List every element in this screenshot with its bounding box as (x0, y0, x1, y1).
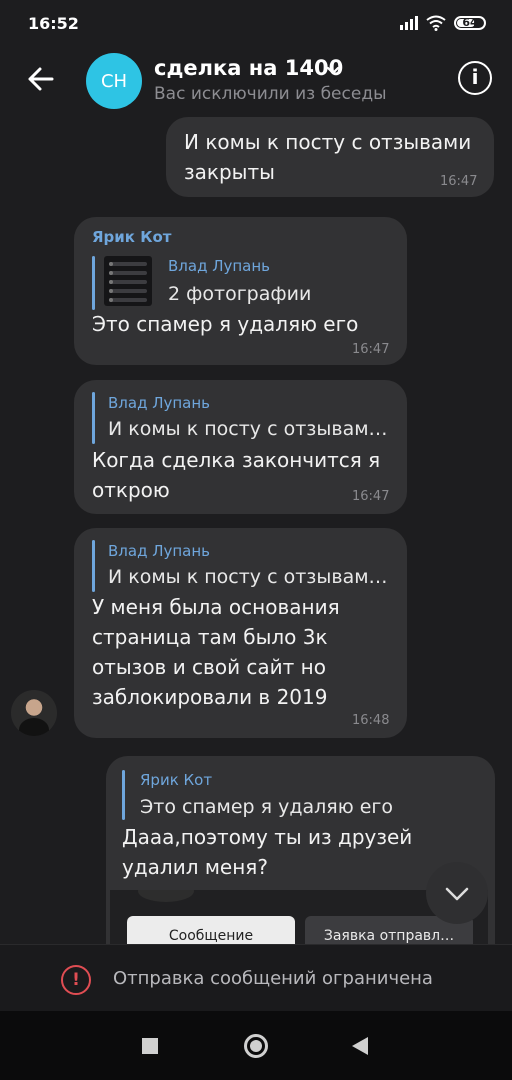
alert-icon: ! (61, 965, 91, 995)
signal-icon (400, 16, 418, 30)
restricted-banner: ! Отправка сообщений ограничена (0, 944, 512, 1011)
chat-header: CH сделка на 1400 Вас исключили из бесед… (0, 48, 512, 112)
home-icon[interactable] (244, 1034, 268, 1058)
status-icons: 64 (400, 15, 486, 31)
sender-avatar[interactable] (11, 690, 57, 736)
reply-bar (92, 392, 95, 444)
back-triangle-icon[interactable] (352, 1037, 368, 1055)
recents-icon[interactable] (142, 1038, 158, 1054)
reply-sender: Влад Лупань (168, 257, 271, 275)
reply-bar (92, 540, 95, 592)
battery-level: 64 (462, 16, 478, 29)
message-text: отызов и свой сайт но (92, 655, 326, 679)
reply-sender: Влад Лупань (108, 542, 211, 560)
message-text: И комы к посту с отзывами (184, 130, 472, 154)
status-bar: 16:52 64 (0, 0, 512, 48)
sender-name: Ярик Кот (92, 228, 172, 246)
message-text: Когда сделка закончится я (92, 448, 381, 472)
message-text: открою (92, 478, 170, 502)
reply-bar (92, 256, 95, 310)
reply-text: 2 фотографии (168, 283, 312, 305)
message-time: 16:47 (352, 489, 390, 504)
chevron-down-icon (445, 887, 469, 901)
restricted-text: Отправка сообщений ограничена (113, 968, 433, 989)
status-time: 16:52 (28, 14, 79, 33)
back-arrow-icon[interactable] (24, 62, 58, 96)
reply-sender: Влад Лупань (108, 394, 211, 412)
reply-text: И комы к посту с отзывам… (108, 566, 388, 588)
reply-text: Это спамер я удаляю его (140, 796, 394, 818)
reply-bar (122, 770, 125, 820)
message-text: У меня была основания (92, 595, 340, 619)
message-text: Дааа,поэтому ты из друзей (122, 825, 413, 849)
message-time: 16:47 (440, 174, 478, 189)
info-icon[interactable]: i (458, 61, 492, 95)
wifi-icon (426, 15, 446, 31)
chat-title[interactable]: сделка на 1400 (154, 56, 343, 80)
message-text: страница там было 3к (92, 625, 328, 649)
message-time: 16:48 (352, 713, 390, 728)
scroll-down-button[interactable] (426, 862, 488, 924)
chat-avatar[interactable]: CH (86, 53, 142, 109)
reply-photo-thumbnail (104, 256, 152, 306)
message-text: удалил меня? (122, 855, 268, 879)
chevron-down-icon[interactable] (325, 64, 341, 76)
battery-icon: 64 (454, 16, 486, 30)
reply-text: И комы к посту с отзывам… (108, 418, 388, 440)
message-text: Это спамер я удаляю его (92, 312, 359, 336)
system-nav-bar (0, 1011, 512, 1080)
reply-sender: Ярик Кот (140, 771, 213, 789)
message-text: закрыты (184, 160, 275, 184)
message-text: заблокировали в 2019 (92, 685, 328, 709)
message-time: 16:47 (352, 342, 390, 357)
preview-avatar (138, 890, 194, 902)
preview-message-button: Сообщение (127, 916, 295, 944)
chat-subtitle: Вас исключили из беседы (154, 84, 387, 104)
